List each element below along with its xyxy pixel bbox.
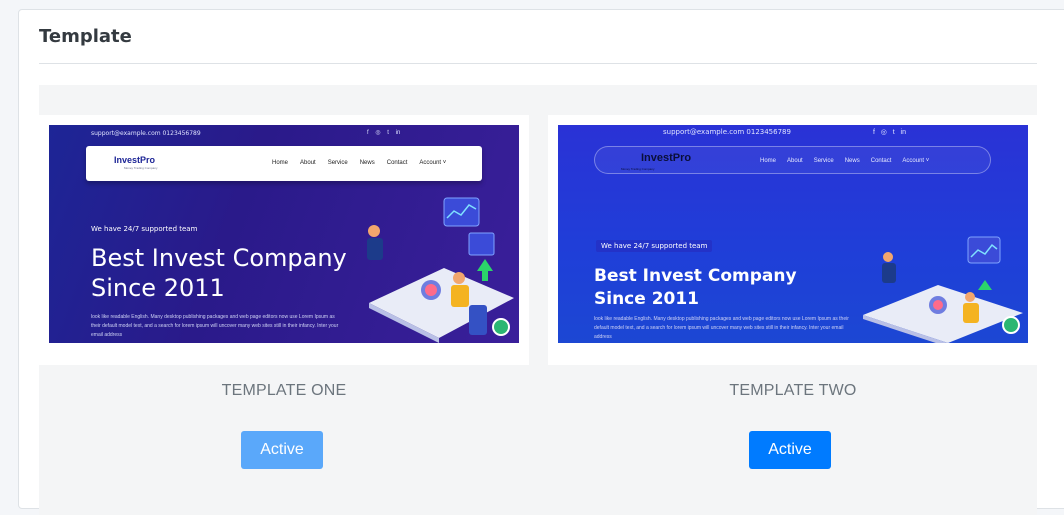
preview-logo-sub: Money Trading Company: [621, 167, 655, 171]
menu-item: Home: [760, 158, 777, 164]
template-one-active-button[interactable]: Active: [241, 431, 323, 469]
linkedin-icon: in: [900, 129, 906, 136]
preview-logo: InvestPro: [641, 152, 692, 164]
linkedin-icon: in: [395, 130, 401, 136]
template-two-name: TEMPLATE TWO: [729, 382, 857, 399]
social-icons: f ◎ t in: [873, 128, 906, 136]
twitter-icon: t: [387, 130, 389, 136]
chat-icon: [492, 318, 510, 336]
template-one-name: TEMPLATE ONE: [221, 382, 347, 399]
instagram-icon: ◎: [880, 129, 887, 136]
template-one-thumbnail: support@example.com 0123456789 f ◎ t in …: [39, 115, 529, 365]
preview-tagline: We have 24/7 supported team: [91, 225, 198, 233]
menu-item: About: [300, 160, 316, 166]
menu-item: Contact: [870, 158, 892, 164]
preview-navbar: InvestPro Money Trading Company Home Abo…: [594, 146, 991, 174]
social-icons: f ◎ t in: [367, 129, 400, 136]
preview-topbar: support@example.com 0123456789 f ◎ t in: [558, 125, 1028, 141]
template-two-thumbnail: support@example.com 0123456789 f ◎ t in …: [548, 115, 1038, 365]
template-one-preview-image: support@example.com 0123456789 f ◎ t in …: [49, 125, 519, 343]
facebook-icon: f: [367, 130, 369, 136]
preview-menu: Home About Service News Contact Account …: [272, 160, 446, 166]
preview-topbar: support@example.com 0123456789 f ◎ t in: [49, 125, 519, 141]
preview-headline: Best Invest Company Since 2011: [594, 266, 797, 309]
chat-icon: [1002, 316, 1020, 334]
menu-item: News: [359, 160, 375, 166]
instagram-icon: ◎: [375, 130, 381, 136]
preview-paragraph: look like readable English. Many desktop…: [91, 314, 339, 338]
facebook-icon: f: [873, 129, 875, 136]
preview-navbar: InvestPro Money Trading Company Home Abo…: [86, 146, 482, 181]
preview-logo-sub: Money Trading Company: [124, 166, 158, 170]
preview-paragraph: look like readable English. Many desktop…: [594, 316, 849, 340]
menu-item: Account ˅: [419, 160, 447, 166]
menu-item: Service: [813, 158, 834, 164]
menu-item: About: [787, 158, 803, 164]
card-title: Template: [39, 26, 132, 47]
twitter-icon: t: [892, 129, 895, 136]
preview-logo: InvestPro: [114, 155, 156, 165]
menu-item: News: [844, 158, 860, 164]
menu-item: Contact: [386, 160, 408, 166]
template-card: Template support@example.com 0123456789 …: [18, 9, 1064, 515]
preview-contact: support@example.com 0123456789: [663, 128, 791, 136]
template-two-active-button[interactable]: Active: [749, 431, 831, 469]
menu-item: Service: [327, 160, 348, 166]
preview-contact: support@example.com 0123456789: [91, 130, 201, 137]
template-two-preview-image: support@example.com 0123456789 f ◎ t in …: [558, 125, 1028, 343]
menu-item: Account ˅: [902, 158, 930, 164]
divider: [39, 63, 1037, 64]
menu-item: Home: [272, 160, 289, 166]
preview-tagline: We have 24/7 supported team: [596, 240, 713, 252]
preview-menu: Home About Service News Contact Account …: [760, 158, 929, 164]
preview-headline: Best Invest Company Since 2011: [91, 244, 347, 302]
